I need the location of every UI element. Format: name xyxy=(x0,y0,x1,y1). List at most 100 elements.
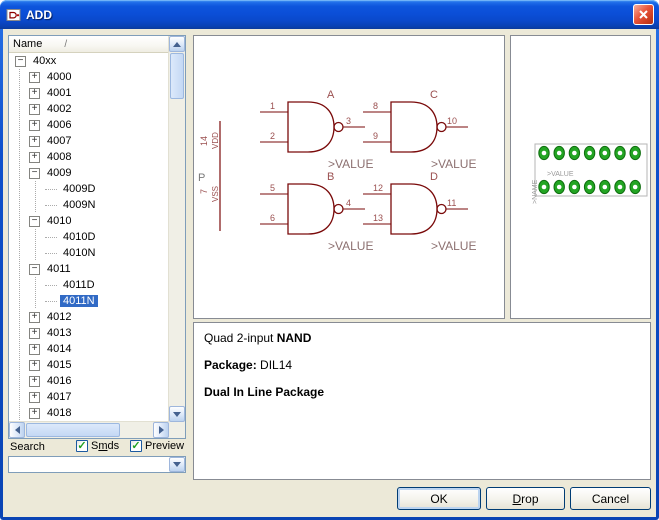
close-button[interactable] xyxy=(633,4,654,25)
tree-item-label[interactable]: 4016 xyxy=(44,375,74,387)
titlebar[interactable]: ADD xyxy=(0,0,659,29)
tree-item-label[interactable]: 4014 xyxy=(44,343,74,355)
tree-vertical-scrollbar[interactable] xyxy=(168,36,185,422)
tree-column-header-name[interactable]: Name / xyxy=(9,36,169,53)
expand-toggle-icon[interactable]: + xyxy=(29,104,40,115)
tree-item-40xx[interactable]: −40xx xyxy=(10,53,169,69)
tree-item-4009D[interactable]: 4009D xyxy=(10,181,169,197)
expand-toggle-icon[interactable]: + xyxy=(29,152,40,163)
smds-checkbox[interactable]: ✓ Smds xyxy=(76,440,119,452)
expand-toggle-icon[interactable]: + xyxy=(29,392,40,403)
svg-text:B: B xyxy=(327,171,334,183)
tree-item-label[interactable]: 4017 xyxy=(44,391,74,403)
tree-item-label[interactable]: 4011 xyxy=(44,263,74,275)
tree-indent xyxy=(10,69,29,85)
tree-indent xyxy=(10,133,29,149)
tree-item-label[interactable]: 4009 xyxy=(44,167,74,179)
tree-item-label[interactable]: 4012 xyxy=(44,311,74,323)
svg-text:>VALUE: >VALUE xyxy=(431,239,476,253)
expand-toggle-icon[interactable]: + xyxy=(29,88,40,99)
power-symbol: 14 VDD 7 VSS P xyxy=(198,121,220,231)
collapse-toggle-icon[interactable]: − xyxy=(15,56,26,67)
scroll-left-button[interactable] xyxy=(9,422,25,438)
tree-item-label[interactable]: 4000 xyxy=(44,71,74,83)
expand-toggle-icon[interactable]: + xyxy=(29,344,40,355)
expand-toggle-icon[interactable]: + xyxy=(29,360,40,371)
tree-item-4008[interactable]: +4008 xyxy=(10,149,169,165)
expand-toggle-icon[interactable]: + xyxy=(29,376,40,387)
tree-item-4006[interactable]: +4006 xyxy=(10,117,169,133)
tree-indent xyxy=(10,213,29,229)
tree-header-label: Name xyxy=(13,38,42,50)
combo-dropdown-button[interactable] xyxy=(169,457,185,472)
preview-checkbox[interactable]: ✓ Preview xyxy=(130,440,184,452)
tree-item-4007[interactable]: +4007 xyxy=(10,133,169,149)
tree-item-4009N[interactable]: 4009N xyxy=(10,197,169,213)
tree-item-label[interactable]: 4018 xyxy=(44,407,74,419)
tree-indent xyxy=(10,85,29,101)
search-row: Search ✓ Smds ✓ Preview xyxy=(8,441,186,455)
expand-toggle-icon[interactable]: + xyxy=(29,72,40,83)
package-preview-panel: >NAME >VALUE xyxy=(510,35,651,319)
tree-item-4000[interactable]: +4000 xyxy=(10,69,169,85)
svg-text:14: 14 xyxy=(199,136,209,146)
tree-item-4015[interactable]: +4015 xyxy=(10,357,169,373)
tree-item-4002[interactable]: +4002 xyxy=(10,101,169,117)
scroll-down-button[interactable] xyxy=(169,406,185,422)
tree-indent xyxy=(10,373,29,389)
collapse-toggle-icon[interactable]: − xyxy=(29,264,40,275)
tree-item-4013[interactable]: +4013 xyxy=(10,325,169,341)
tree-item-4001[interactable]: +4001 xyxy=(10,85,169,101)
tree-item-4011D[interactable]: 4011D xyxy=(10,277,169,293)
tree-item-label[interactable]: 4008 xyxy=(44,151,74,163)
description-line-1: Quad 2-input NAND xyxy=(204,331,640,345)
tree-item-label[interactable]: 4011N xyxy=(60,295,98,307)
tree-item-4017[interactable]: +4017 xyxy=(10,389,169,405)
tree-item-label[interactable]: 4009D xyxy=(60,183,98,195)
smds-label: Smds xyxy=(91,440,119,452)
tree-item-label[interactable]: 4002 xyxy=(44,103,74,115)
tree-item-4009[interactable]: −4009 xyxy=(10,165,169,181)
tree-item-label[interactable]: 4010N xyxy=(60,247,98,259)
tree-item-label[interactable]: 4011D xyxy=(60,279,98,291)
cancel-button[interactable]: Cancel xyxy=(570,487,651,510)
expand-toggle-icon[interactable]: + xyxy=(29,312,40,323)
tree-item-4010N[interactable]: 4010N xyxy=(10,245,169,261)
tree-item-label[interactable]: 4001 xyxy=(44,87,74,99)
expand-toggle-icon[interactable]: + xyxy=(29,408,40,419)
tree-item-label[interactable]: 4007 xyxy=(44,135,74,147)
vertical-scroll-thumb[interactable] xyxy=(170,53,184,99)
tree-item-4014[interactable]: +4014 xyxy=(10,341,169,357)
scroll-up-button[interactable] xyxy=(169,36,185,52)
tree-item-4011N[interactable]: 4011N xyxy=(10,293,169,309)
tree-item-label[interactable]: 4009N xyxy=(60,199,98,211)
tree-item-4016[interactable]: +4016 xyxy=(10,373,169,389)
tree-item-4012[interactable]: +4012 xyxy=(10,309,169,325)
tree-item-4010D[interactable]: 4010D xyxy=(10,229,169,245)
tree-item-label[interactable]: 4006 xyxy=(44,119,74,131)
search-input[interactable] xyxy=(10,458,170,471)
horizontal-scroll-thumb[interactable] xyxy=(26,423,120,437)
tree-connector xyxy=(45,285,57,286)
expand-toggle-icon[interactable]: + xyxy=(29,328,40,339)
tree-horizontal-scrollbar[interactable] xyxy=(9,421,169,438)
expand-toggle-icon[interactable]: + xyxy=(29,120,40,131)
tree-item-label[interactable]: 4010D xyxy=(60,231,98,243)
tree-item-label[interactable]: 40xx xyxy=(30,55,59,67)
svg-text:>VALUE: >VALUE xyxy=(328,239,373,253)
tree-item-4011[interactable]: −4011 xyxy=(10,261,169,277)
ok-button[interactable]: OK xyxy=(397,487,481,510)
collapse-toggle-icon[interactable]: − xyxy=(29,216,40,227)
tree-item-label[interactable]: 4013 xyxy=(44,327,74,339)
drop-button[interactable]: Drop xyxy=(486,487,565,510)
preview-label: Preview xyxy=(145,440,184,452)
tree-item-label[interactable]: 4010 xyxy=(44,215,74,227)
collapse-toggle-icon[interactable]: − xyxy=(29,168,40,179)
expand-toggle-icon[interactable]: + xyxy=(29,136,40,147)
svg-text:1: 1 xyxy=(270,101,275,111)
checkbox-check-icon: ✓ xyxy=(130,440,142,452)
tree-item-4018[interactable]: +4018 xyxy=(10,405,169,421)
tree-item-label[interactable]: 4015 xyxy=(44,359,74,371)
tree-item-4010[interactable]: −4010 xyxy=(10,213,169,229)
scroll-right-button[interactable] xyxy=(153,422,169,438)
